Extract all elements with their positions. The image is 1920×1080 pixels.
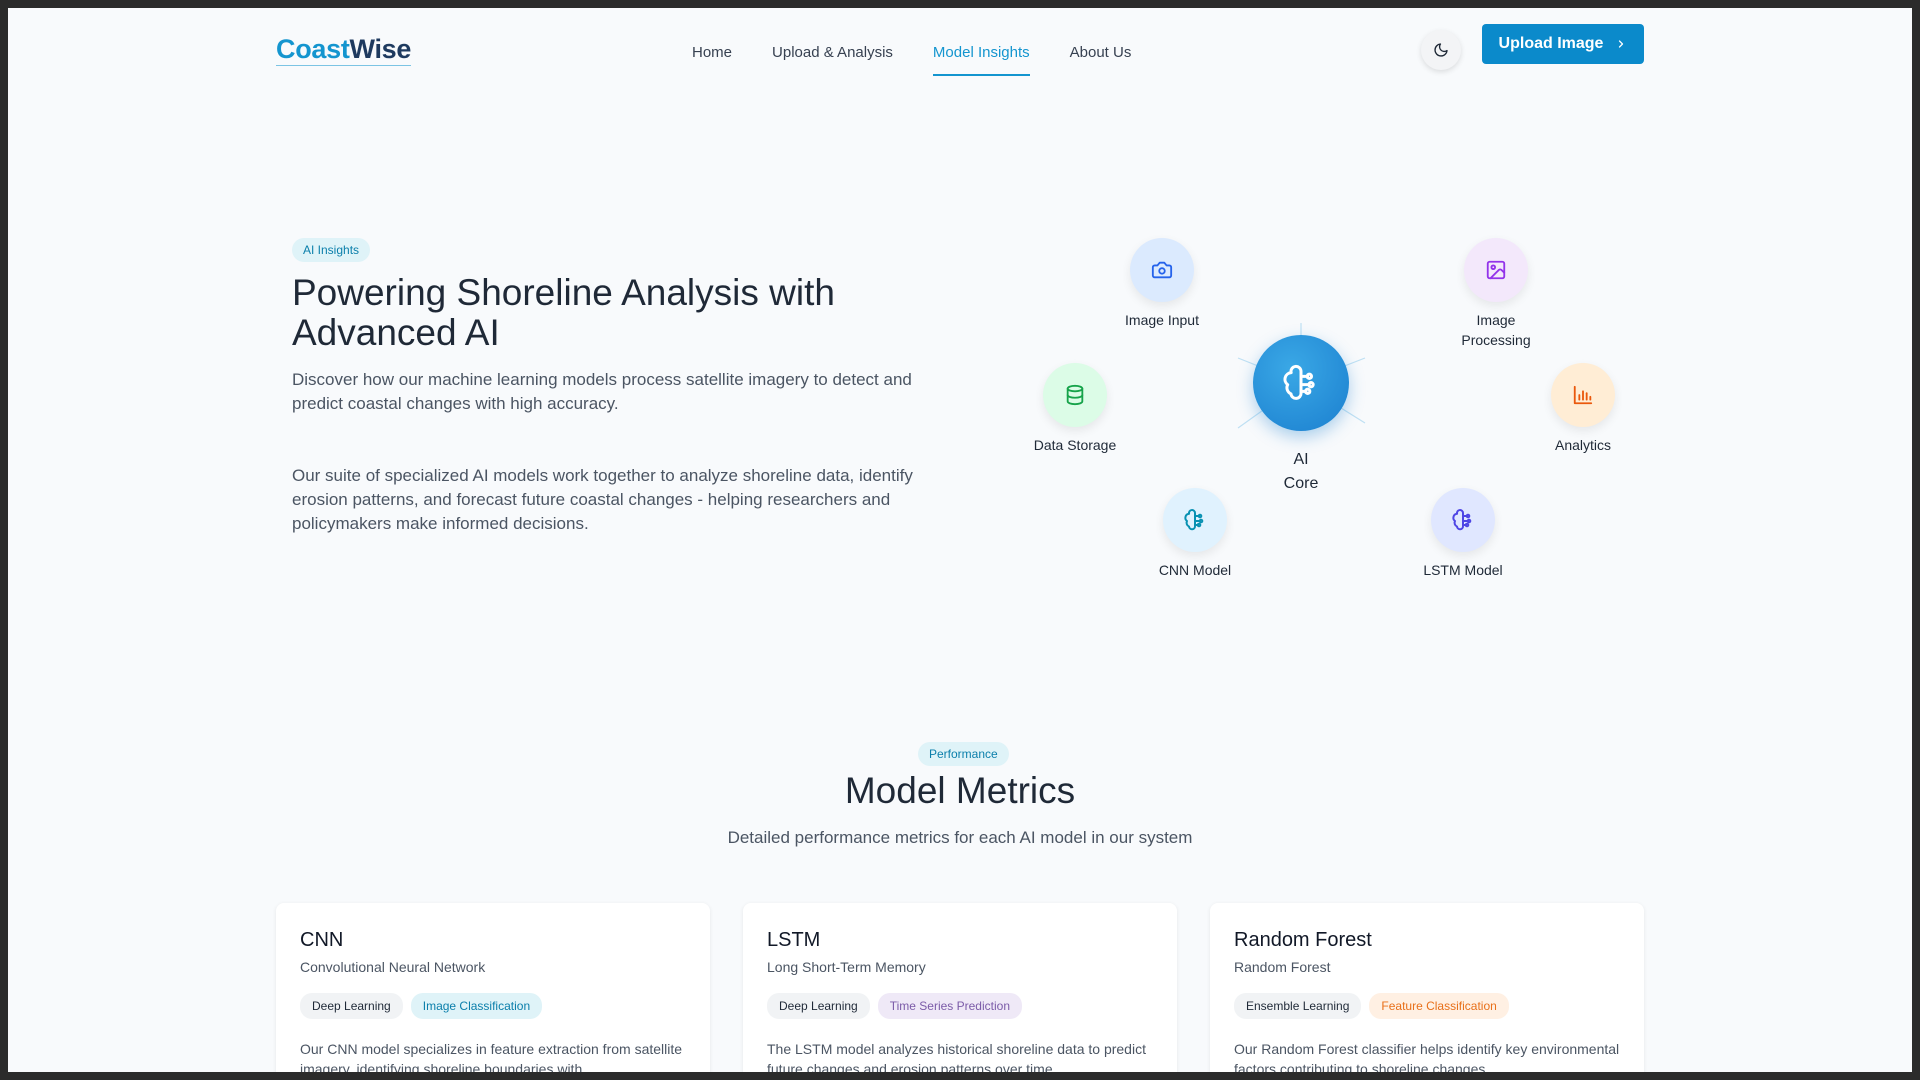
image-icon (1486, 260, 1506, 280)
model-card-lstm[interactable]: LSTM Long Short-Term Memory Deep Learnin… (743, 903, 1177, 1072)
nav-link-about-us[interactable]: About Us (1070, 44, 1132, 62)
node-lstm-model-circle (1431, 488, 1495, 552)
node-label: CNN Model (1158, 562, 1232, 578)
ai-architecture-diagram: Image Input Image Processing Data Storag… (968, 208, 1648, 608)
node-label: Image Processing (1461, 312, 1531, 348)
tag: Image Classification (410, 993, 543, 1019)
chevron-right-icon (1619, 40, 1624, 48)
node-label: Analytics (1554, 437, 1612, 453)
model-card-cnn[interactable]: CNN Convolutional Neural Network Deep Le… (276, 903, 710, 1072)
logo-part-wise: Wise (349, 34, 412, 64)
tag: Ensemble Learning (1234, 993, 1362, 1019)
node-image-processing-circle (1464, 238, 1528, 302)
node-image-input-circle (1130, 238, 1194, 302)
performance-badge: Performance (918, 742, 1009, 766)
app-window: CoastWise Home Upload & Analysis Model I… (8, 8, 1912, 1072)
card-title: LSTM (767, 929, 821, 951)
node-image-processing[interactable]: Image Processing (1436, 238, 1556, 350)
node-cnn-model-circle (1163, 488, 1227, 552)
card-description: Our Random Forest classifier helps ident… (1234, 1041, 1620, 1072)
top-navbar: CoastWise Home Upload & Analysis Model I… (8, 8, 1912, 88)
node-data-storage[interactable]: Data Storage (1015, 363, 1135, 455)
nav-link-model-insights[interactable]: Model Insights (932, 44, 1030, 76)
card-tags: Ensemble Learning Feature Classification (1234, 993, 1620, 1019)
node-image-input[interactable]: Image Input (1102, 238, 1222, 330)
nav-links: Home Upload & Analysis Model Insights Ab… (692, 44, 1171, 76)
metrics-title: Model Metrics (844, 770, 1076, 811)
card-subtitle: Convolutional Neural Network (300, 959, 486, 975)
nav-link-upload-analysis[interactable]: Upload & Analysis (772, 44, 893, 62)
card-subtitle: Long Short-Term Memory (767, 959, 926, 975)
ai-core-label: AI Core (1283, 451, 1319, 492)
tag: Deep Learning (300, 993, 403, 1019)
model-card-random-forest[interactable]: Random Forest Random Forest Ensemble Lea… (1210, 903, 1644, 1072)
brain-icon (1184, 509, 1204, 531)
theme-toggle-button[interactable] (1421, 30, 1461, 70)
node-label: Data Storage (1033, 437, 1117, 453)
card-tags: Deep Learning Time Series Prediction (767, 993, 1153, 1019)
brain-icon (1452, 509, 1472, 531)
logo[interactable]: CoastWise (276, 34, 411, 66)
tag: Feature Classification (1369, 993, 1509, 1019)
node-analytics-circle (1551, 363, 1615, 427)
logo-part-coast: Coast (276, 34, 350, 64)
moon-icon (1434, 43, 1448, 57)
card-subtitle: Random Forest (1234, 959, 1331, 975)
bar-chart-icon (1573, 385, 1593, 405)
ai-insights-badge: AI Insights (292, 238, 371, 262)
metrics-subtitle: Detailed performance metrics for each AI… (727, 828, 1193, 847)
node-label: Image Input (1125, 312, 1199, 328)
upload-image-label: Upload Image (1498, 35, 1604, 52)
node-cnn-model[interactable]: CNN Model (1135, 488, 1255, 580)
ai-core-node[interactable] (1253, 335, 1349, 431)
node-analytics[interactable]: Analytics (1523, 363, 1643, 455)
database-icon (1066, 384, 1084, 406)
camera-icon (1151, 261, 1173, 279)
upload-image-button[interactable]: Upload Image (1482, 24, 1644, 64)
card-description: The LSTM model analyzes historical shore… (767, 1041, 1146, 1072)
hero-description-secondary: Our suite of specialized AI models work … (292, 466, 913, 533)
node-lstm-model[interactable]: LSTM Model (1403, 488, 1523, 580)
card-title: Random Forest (1234, 929, 1372, 951)
tag: Time Series Prediction (877, 993, 1022, 1019)
brain-icon (1283, 364, 1315, 400)
hero-description: Discover how our machine learning models… (292, 370, 912, 413)
card-title: CNN (300, 929, 344, 951)
node-label: LSTM Model (1423, 562, 1503, 578)
card-description: Our CNN model specializes in feature ext… (300, 1041, 683, 1072)
node-data-storage-circle (1043, 363, 1107, 427)
hero-title: Powering Shoreline Analysis with Advance… (292, 272, 835, 353)
tag: Deep Learning (767, 993, 870, 1019)
card-tags: Deep Learning Image Classification (300, 993, 686, 1019)
nav-link-home[interactable]: Home (692, 44, 732, 62)
